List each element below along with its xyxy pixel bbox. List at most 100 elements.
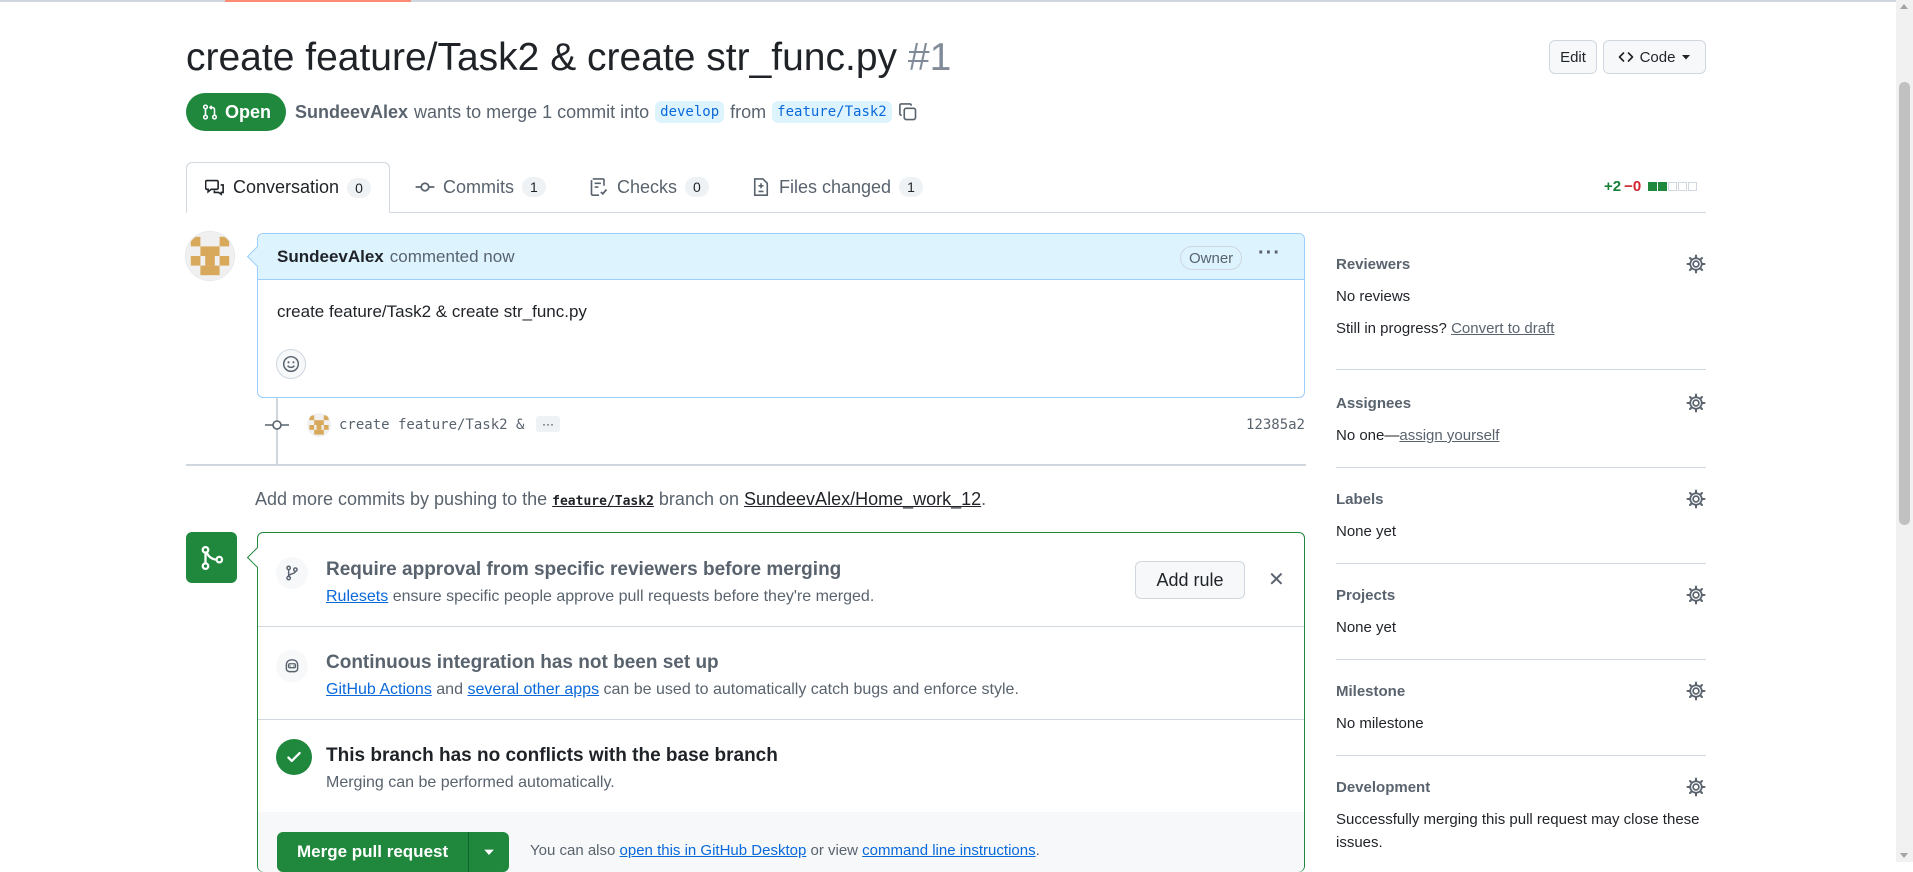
- labels-heading: Labels: [1336, 491, 1384, 508]
- tab-conversation[interactable]: Conversation 0: [186, 162, 390, 213]
- pr-state-label: Open: [224, 101, 271, 122]
- scroll-up-icon[interactable]: [1900, 4, 1908, 9]
- head-branch[interactable]: feature/Task2: [772, 101, 892, 123]
- git-commit-icon: [265, 420, 289, 430]
- gear-icon[interactable]: [1686, 489, 1706, 509]
- smiley-icon: [282, 355, 300, 373]
- owner-badge: Owner: [1180, 246, 1243, 270]
- commit-expand-button[interactable]: ···: [536, 416, 560, 432]
- tab-files-changed-count: 1: [899, 177, 923, 197]
- merge-status-icon: [186, 532, 237, 583]
- push-hint-branch[interactable]: feature/Task2: [552, 494, 654, 509]
- commit-message[interactable]: create feature/Task2 &: [339, 417, 524, 433]
- tab-files-changed[interactable]: Files changed 1: [751, 162, 923, 212]
- edit-button[interactable]: Edit: [1549, 40, 1597, 74]
- github-desktop-link[interactable]: open this in GitHub Desktop: [620, 842, 807, 859]
- copilot-bot-icon: [276, 650, 308, 682]
- push-hint-repo-link[interactable]: SundeevAlex/Home_work_12: [744, 489, 981, 509]
- rules-text: Rulesets ensure specific people approve …: [326, 588, 874, 606]
- sidebar-assignees: Assignees No one—assign yourself: [1336, 393, 1706, 468]
- footer-middle: or view: [810, 842, 858, 859]
- pr-title-text: create feature/Task2 & create str_func.p…: [186, 36, 898, 79]
- push-hint: Add more commits by pushing to the featu…: [255, 489, 986, 510]
- footer-suffix: .: [1035, 842, 1040, 859]
- github-actions-link[interactable]: GitHub Actions: [326, 681, 432, 698]
- sidebar-labels: Labels None yet: [1336, 489, 1706, 564]
- pr-title: create feature/Task2 & create str_func.p…: [186, 36, 951, 80]
- tab-checks-count: 0: [685, 177, 709, 197]
- copy-icon[interactable]: [898, 102, 918, 122]
- milestone-heading: Milestone: [1336, 683, 1406, 700]
- milestone-value: No milestone: [1336, 715, 1424, 732]
- assignees-value: No one—assign yourself: [1336, 427, 1499, 444]
- ci-text: GitHub Actions and several other apps ca…: [326, 681, 1019, 699]
- development-heading: Development: [1336, 779, 1431, 796]
- merge-pull-request-button[interactable]: Merge pull request: [277, 832, 469, 872]
- ci-text-body: can be used to automatically catch bugs …: [603, 681, 1019, 698]
- close-icon[interactable]: ✕: [1268, 567, 1285, 592]
- development-value: Successfully merging this pull request m…: [1336, 811, 1700, 828]
- tab-commits-label: Commits: [443, 176, 514, 197]
- rulesets-link[interactable]: Rulesets: [326, 588, 388, 605]
- code-button[interactable]: Code: [1603, 40, 1706, 74]
- merge-box: Require approval from specific reviewers…: [246, 532, 1305, 872]
- git-branch-icon: [276, 557, 308, 589]
- gear-icon[interactable]: [1686, 777, 1706, 797]
- comment-menu-button[interactable]: ···: [1258, 242, 1281, 265]
- comment-header: SundeevAlex commented now: [258, 234, 1304, 280]
- tab-conversation-count: 0: [347, 177, 371, 198]
- ci-title: Continuous integration has not been set …: [326, 652, 719, 673]
- check-icon: [276, 739, 312, 775]
- tab-checks[interactable]: Checks 0: [589, 162, 709, 212]
- git-commit-icon: [415, 182, 435, 192]
- diffstat-additions: +2: [1604, 178, 1622, 195]
- reviewers-value: No reviews: [1336, 288, 1411, 305]
- commit-avatar[interactable]: [307, 413, 331, 437]
- comment-author[interactable]: SundeevAlex: [277, 247, 384, 267]
- tab-checks-label: Checks: [617, 176, 678, 197]
- projects-heading: Projects: [1336, 587, 1396, 604]
- conflicts-title: This branch has no conflicts with the ba…: [326, 745, 778, 766]
- pr-number: #1: [907, 36, 952, 79]
- assign-yourself-link[interactable]: assign yourself: [1399, 427, 1499, 444]
- diffstat: +2 −0: [1604, 178, 1698, 195]
- rules-text-body: ensure specific people approve pull requ…: [392, 588, 875, 605]
- sidebar-milestone: Milestone No milestone: [1336, 681, 1706, 756]
- diffstat-block: [1668, 182, 1678, 191]
- scroll-down-icon[interactable]: [1900, 853, 1908, 858]
- comment-timestamp[interactable]: commented now: [390, 247, 515, 267]
- code-icon: [1618, 52, 1633, 62]
- merge-footer-text: You can also open this in GitHub Desktop…: [530, 842, 1040, 859]
- other-apps-link[interactable]: several other apps: [467, 681, 599, 698]
- diffstat-blocks: [1648, 182, 1698, 191]
- edit-button-label: Edit: [1560, 48, 1586, 66]
- merge-method-dropdown[interactable]: [468, 832, 510, 872]
- active-repo-tab-underline: [225, 0, 411, 2]
- base-branch[interactable]: develop: [655, 101, 725, 123]
- add-rule-button[interactable]: Add rule: [1135, 561, 1245, 599]
- gear-icon[interactable]: [1686, 254, 1706, 274]
- development-value-2: issues.: [1336, 834, 1383, 851]
- checklist-icon: [590, 178, 608, 196]
- tab-conversation-label: Conversation: [233, 177, 340, 197]
- pr-author-link[interactable]: SundeevAlex: [295, 102, 408, 123]
- pr-merge-text: wants to merge 1 commit into: [414, 101, 650, 122]
- commit-sha[interactable]: 12385a2: [1246, 417, 1305, 433]
- comment-box: SundeevAlex commented now Owner ··· crea…: [246, 233, 1305, 398]
- convert-to-draft-link[interactable]: Convert to draft: [1451, 320, 1554, 337]
- add-reaction-button[interactable]: [276, 349, 306, 379]
- pr-from-text: from: [730, 101, 767, 122]
- command-line-link[interactable]: command line instructions: [862, 842, 1035, 859]
- gear-icon[interactable]: [1686, 585, 1706, 605]
- avatar[interactable]: [185, 231, 235, 281]
- assignees-none: No one—: [1336, 427, 1400, 444]
- gear-icon[interactable]: [1686, 393, 1706, 413]
- ci-and: and: [436, 681, 463, 698]
- scroll-thumb[interactable]: [1899, 82, 1910, 525]
- page-scrollbar[interactable]: [1896, 0, 1913, 862]
- conflicts-text: Merging can be performed automatically.: [326, 774, 615, 791]
- rules-title: Require approval from specific reviewers…: [326, 559, 842, 580]
- merge-button-group: Merge pull request: [277, 832, 510, 872]
- gear-icon[interactable]: [1686, 681, 1706, 701]
- tab-commits[interactable]: Commits 1: [415, 162, 546, 212]
